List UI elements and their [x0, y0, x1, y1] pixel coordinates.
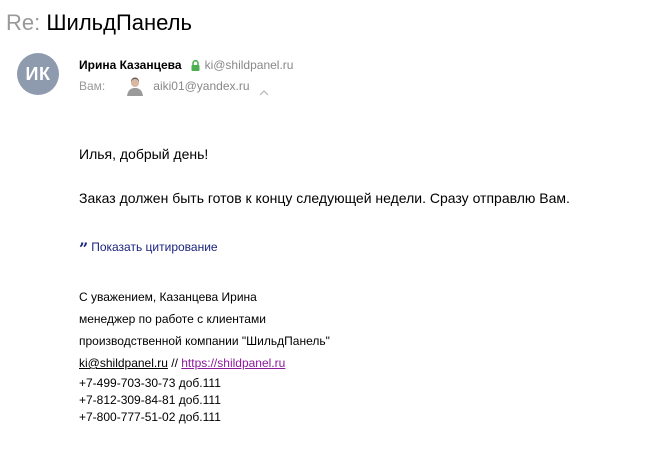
signature-phone[interactable]: +7-800-777-51-02 доб.111: [79, 409, 221, 425]
sender-name[interactable]: Ирина Казанцева: [79, 57, 182, 73]
email-subject: Re: ШильдПанель: [6, 9, 192, 37]
signature-line-regards: С уважением, Казанцева Ирина: [79, 290, 257, 304]
signature-line-company: производственной компании "ШильдПанель": [79, 334, 330, 348]
recipient-avatar[interactable]: [125, 76, 146, 96]
signature-line-position: менеджер по работе с клиентами: [79, 312, 266, 326]
signature-phone[interactable]: +7-812-309-84-81 доб.111: [79, 392, 221, 408]
message-body: Заказ должен быть готов к концу следующе…: [79, 190, 570, 206]
signature-link-separator: //: [167, 356, 182, 370]
recipient-line: Вам: aiki01@yandex.ru: [79, 76, 269, 96]
show-quote-label[interactable]: Показать цитирование: [91, 239, 217, 255]
chevron-up-icon[interactable]: [259, 84, 269, 95]
show-quote-link[interactable]: ” Показать цитирование: [79, 239, 218, 258]
message-greeting: Илья, добрый день!: [79, 146, 209, 162]
signature-links: ki@shildpanel.ru // https://shildpanel.r…: [79, 355, 285, 371]
sender-avatar[interactable]: ИК: [17, 53, 59, 95]
recipient-label: Вам:: [79, 79, 106, 93]
quote-icon: ”: [79, 239, 88, 258]
recipient-email[interactable]: aiki01@yandex.ru: [153, 78, 249, 94]
lock-icon: [191, 59, 200, 71]
signature-email-link[interactable]: ki@shildpanel.ru: [79, 356, 168, 370]
sender-email[interactable]: ki@shildpanel.ru: [205, 57, 294, 73]
signature-phone[interactable]: +7-499-703-30-73 доб.111: [79, 375, 221, 391]
subject-title: ШильдПанель: [46, 10, 192, 35]
subject-prefix: Re:: [6, 10, 41, 35]
signature-website-link[interactable]: https://shildpanel.ru: [181, 356, 285, 370]
sender-line: Ирина Казанцева ki@shildpanel.ru: [79, 57, 293, 73]
